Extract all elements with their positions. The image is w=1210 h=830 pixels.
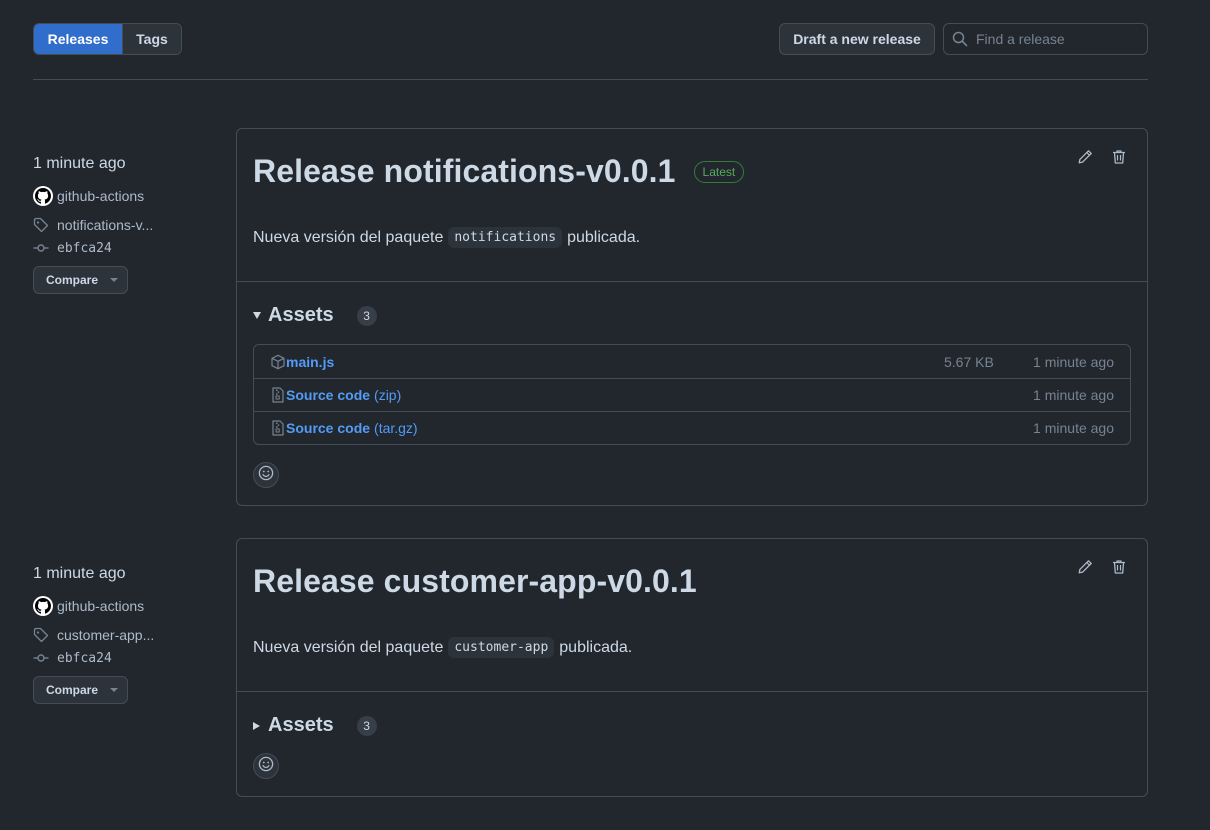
file-zip-icon [270,387,286,403]
tag-name: customer-app... [57,627,155,643]
tag-name: notifications-v... [57,217,154,233]
asset-time: 1 minute ago [1033,387,1114,403]
release-title[interactable]: Release customer-app-v0.0.1 [253,563,697,600]
trash-icon[interactable] [1111,149,1127,165]
compare-button[interactable]: Compare [33,266,128,294]
compare-label: Compare [46,273,99,287]
trash-icon[interactable] [1111,559,1127,575]
find-release-input[interactable]: Find a release [943,23,1148,55]
compare-button[interactable]: Compare [33,676,128,704]
triangle-right-icon [253,721,260,730]
commit-sha: ebfca24 [57,240,112,256]
git-commit-icon [33,650,49,666]
asset-time: 1 minute ago [1033,353,1114,370]
release-entry: 1 minute ago github-actions notification… [33,128,1148,506]
assets-toggle[interactable]: Assets 3 [253,714,377,737]
assets-label: Assets [268,304,334,326]
search-icon [952,31,968,47]
notes-suffix: publicada. [559,638,633,656]
asset-format[interactable]: (zip) [374,387,401,403]
pencil-icon[interactable] [1077,559,1093,575]
tab-releases[interactable]: Releases [34,24,122,54]
asset-link[interactable]: Source code [286,420,370,436]
tag-icon [33,627,49,643]
assets-toggle[interactable]: Assets 3 [253,304,377,327]
github-avatar-icon [33,186,53,206]
notes-suffix: publicada. [567,228,641,246]
header-divider [33,79,1148,80]
release-commit[interactable]: ebfca24 [33,650,112,666]
github-avatar-icon [33,596,53,616]
releases-toolbar: Releases Tags Draft a new release Find a… [33,23,1148,55]
chevron-down-icon [110,278,119,282]
release-tag[interactable]: customer-app... [33,627,154,643]
release-title-row: Release notifications-v0.0.1 Latest [253,153,745,190]
asset-time: 1 minute ago [1033,420,1114,436]
assets-label: Assets [268,714,334,736]
card-divider [237,691,1147,692]
tab-tags[interactable]: Tags [122,24,181,54]
asset-row: Source code (tar.gz) 1 minute ago [254,411,1130,444]
pencil-icon[interactable] [1077,149,1093,165]
latest-badge: Latest [693,160,745,183]
add-reaction-button[interactable] [253,753,279,779]
notes-prefix: Nueva versión del paquete [253,228,444,246]
search-placeholder: Find a release [976,31,1065,47]
release-author[interactable]: github-actions [33,596,144,616]
releases-tags-switch: Releases Tags [33,23,182,55]
asset-row: Source code (zip) 1 minute ago [254,378,1130,411]
assets-list: main.js 5.67 KB 1 minute ago Source code… [253,344,1131,445]
draft-new-release-button[interactable]: Draft a new release [779,23,935,55]
release-title[interactable]: Release notifications-v0.0.1 [253,153,676,190]
chevron-down-icon [110,688,119,692]
asset-size: 5.67 KB [944,353,994,370]
git-commit-icon [33,240,49,256]
assets-count-badge: 3 [356,305,377,326]
release-title-row: Release customer-app-v0.0.1 [253,563,697,600]
asset-link[interactable]: main.js [286,354,334,370]
asset-format[interactable]: (tar.gz) [374,420,418,436]
smiley-icon [258,465,274,486]
release-notes: Nueva versión del paquete customer-app p… [253,637,632,658]
commit-sha: ebfca24 [57,650,112,666]
release-actions [1077,559,1127,575]
card-divider [237,281,1147,282]
notes-code: notifications [448,227,563,248]
release-author[interactable]: github-actions [33,186,144,206]
add-reaction-button[interactable] [253,462,279,488]
triangle-down-icon [253,312,261,319]
package-icon [270,354,286,370]
notes-prefix: Nueva versión del paquete [253,638,444,656]
smiley-icon [258,756,274,777]
asset-link[interactable]: Source code [286,387,370,403]
release-card: Release customer-app-v0.0.1 Nueva versió… [236,538,1148,797]
asset-row: main.js 5.67 KB 1 minute ago [254,345,1130,378]
author-name: github-actions [57,188,145,204]
release-card: Release notifications-v0.0.1 Latest Nuev… [236,128,1148,506]
assets-count-badge: 3 [356,715,377,736]
tag-icon [33,217,49,233]
release-tag[interactable]: notifications-v... [33,217,153,233]
release-entry: 1 minute ago github-actions customer-app… [33,538,1148,797]
release-commit[interactable]: ebfca24 [33,240,112,256]
notes-code: customer-app [448,637,555,658]
release-time: 1 minute ago [33,565,126,582]
releases-page: Releases Tags Draft a new release Find a… [0,0,1210,830]
release-actions [1077,149,1127,165]
author-name: github-actions [57,598,145,614]
release-notes: Nueva versión del paquete notifications … [253,227,640,248]
compare-label: Compare [46,683,99,697]
release-time: 1 minute ago [33,155,126,172]
file-zip-icon [270,420,286,436]
